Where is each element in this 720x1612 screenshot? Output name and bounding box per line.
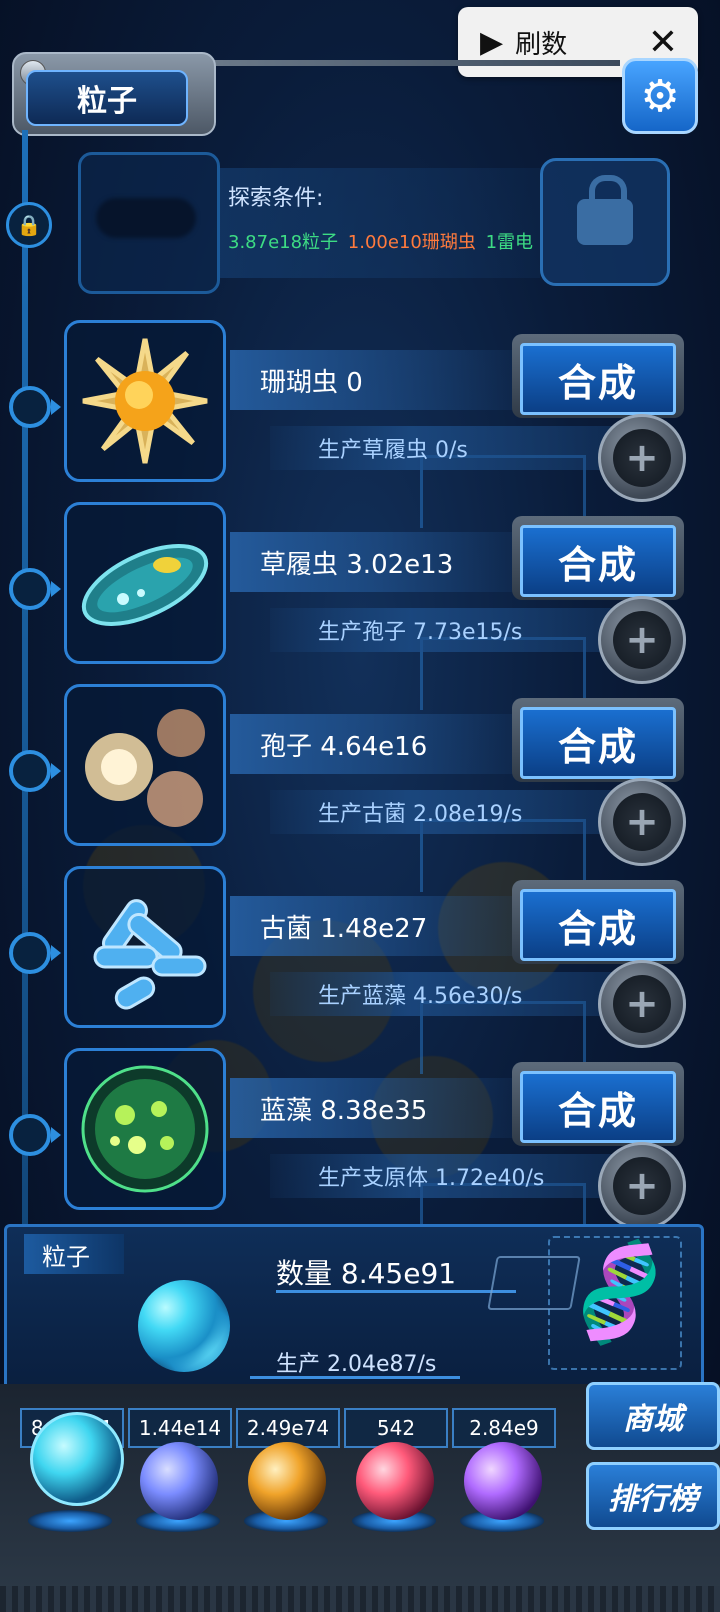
progress-rail [22,130,28,1230]
plus-icon: + [613,611,671,669]
synthesize-button[interactable]: 合成 [520,707,676,779]
synthesize-button[interactable]: 合成 [520,1071,676,1143]
creature-thumb-paramecium[interactable] [64,502,226,664]
requirement-coral: 1.00e10珊瑚虫 [347,232,476,253]
plus-icon: + [613,975,671,1033]
add-button[interactable]: + [598,960,686,1048]
explore-condition-title: 探索条件: [228,186,324,211]
add-button[interactable]: + [598,414,686,502]
page-title: 粒子 [26,70,188,126]
explore-condition-requirements: 3.87e18粒子 1.00e10珊瑚虫 1雷电 [228,228,533,254]
plus-icon: + [613,1157,671,1215]
creature-thumb-archaea[interactable] [64,866,226,1028]
particle-production: 生产 2.04e87/s [276,1352,437,1377]
settings-button[interactable]: ⚙ [622,58,698,134]
vortex-orb-icon[interactable] [464,1442,542,1520]
close-icon[interactable]: ✕ [648,22,678,63]
divider [276,1290,516,1293]
creature-name-count: 蓝藻 8.38e35 [230,1078,530,1138]
lock-icon [577,175,633,245]
rail-node [9,1114,61,1156]
leaderboard-button[interactable]: 排行榜 [586,1462,720,1530]
plus-icon: + [613,793,671,851]
synthesize-button[interactable]: 合成 [520,525,676,597]
add-button[interactable]: + [598,778,686,866]
creature-thumb-coral[interactable] [64,320,226,482]
creature-name-count: 珊瑚虫 0 [230,350,530,410]
plus-icon: + [613,429,671,487]
galaxy-orb-icon[interactable] [248,1442,326,1520]
panel-tag: 粒子 [24,1234,124,1274]
lock-node-icon: 🔒 [6,202,52,248]
particle-orb-icon[interactable] [30,1412,124,1506]
brain-orb-icon[interactable] [356,1442,434,1520]
bottom-decor-strip [0,1586,720,1612]
particle-cluster-icon [138,1280,230,1372]
creature-production-rate: 生产蓝藻 4.56e30/s [270,972,620,1016]
requirement-particle: 3.87e18粒子 [228,232,339,253]
spore-icon [85,709,205,827]
creature-name-count: 古菌 1.48e27 [230,896,530,956]
header-frame-line [200,60,620,66]
locked-button[interactable] [540,158,670,286]
paramecium-icon [81,544,209,626]
archaea-icon [93,899,207,1010]
add-button[interactable]: + [598,1142,686,1230]
locked-silhouette [96,198,196,238]
orb-pedestal [28,1510,112,1532]
popup-label[interactable]: 刷数 [515,24,567,61]
rail-node [9,750,61,792]
add-button[interactable]: + [598,596,686,684]
gear-icon: ⚙ [640,70,680,122]
rail-node [9,568,61,610]
requirement-lightning: 1雷电 [485,232,534,253]
sun-creature-icon [82,338,208,464]
rail-node [9,932,61,974]
particle-quantity: 数量 8.45e91 [276,1257,457,1290]
creature-thumb-spore[interactable] [64,684,226,846]
lightning-orb-icon[interactable] [140,1442,218,1520]
synthesize-button[interactable]: 合成 [520,343,676,415]
cyanobacteria-icon [81,1065,209,1193]
rail-node [9,386,61,428]
creature-production-rate: 生产孢子 7.73e15/s [270,608,620,652]
creature-production-rate: 生产古菌 2.08e19/s [270,790,620,834]
creature-production-rate: 生产草履虫 0/s [270,426,620,470]
play-icon[interactable]: ▶ [480,25,503,60]
creature-name-count: 草履虫 3.02e13 [230,532,530,592]
synthesize-button[interactable]: 合成 [520,889,676,961]
creature-production-rate: 生产支原体 1.72e40/s [270,1154,620,1198]
divider [250,1376,460,1379]
creature-name-count: 孢子 4.64e16 [230,714,530,774]
shop-button[interactable]: 商城 [586,1382,720,1450]
creature-thumb-cyanobacteria[interactable] [64,1048,226,1210]
